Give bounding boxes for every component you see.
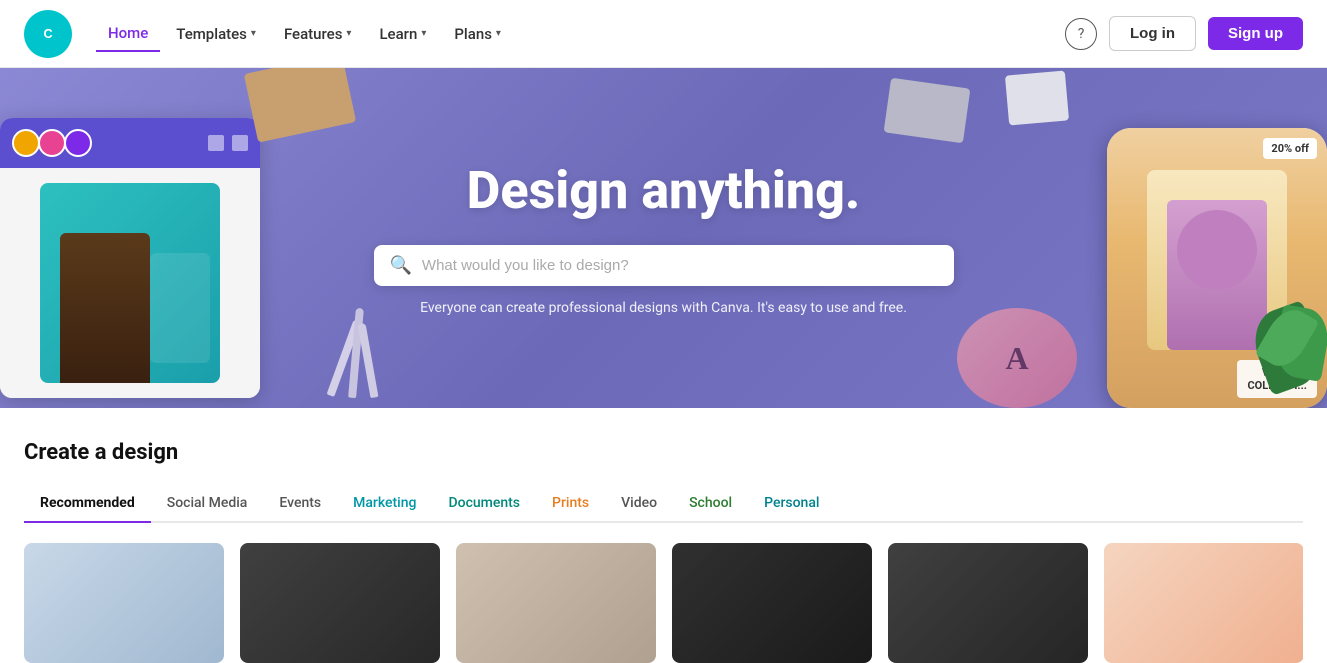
nav-learn[interactable]: Learn ▾ — [367, 17, 438, 51]
nav-templates[interactable]: Templates ▾ — [164, 17, 268, 51]
login-button[interactable]: Log in — [1109, 16, 1196, 51]
hero-search-bar[interactable]: 🔍 — [374, 245, 954, 286]
nav-home[interactable]: Home — [96, 16, 160, 52]
thumbnails-row — [24, 543, 1303, 663]
avatar — [64, 129, 92, 157]
tab-prints[interactable]: Prints — [536, 485, 605, 521]
design-tabs: Recommended Social Media Events Marketin… — [24, 485, 1303, 523]
nav-plans[interactable]: Plans ▾ — [442, 17, 513, 51]
tab-school[interactable]: School — [673, 485, 748, 521]
tab-documents[interactable]: Documents — [432, 485, 536, 521]
thumbnail-3[interactable] — [456, 543, 656, 663]
hero-title: Design anything. — [374, 160, 954, 221]
avatar — [12, 129, 40, 157]
plans-chevron-icon: ▾ — [496, 28, 501, 39]
hero-center: Design anything. 🔍 Everyone can create p… — [374, 160, 954, 316]
nav-links: Home Templates ▾ Features ▾ Learn ▾ Plan… — [96, 16, 1065, 52]
svg-text:C: C — [43, 27, 52, 41]
navbar: C Home Templates ▾ Features ▾ Learn ▾ Pl… — [0, 0, 1327, 68]
mockup-body — [0, 168, 260, 398]
thumbnail-5[interactable] — [888, 543, 1088, 663]
hero-subtext: Everyone can create professional designs… — [374, 300, 954, 316]
features-chevron-icon: ▾ — [346, 28, 351, 39]
thumbnail-1[interactable] — [24, 543, 224, 663]
canva-logo[interactable]: C — [24, 10, 72, 58]
create-title: Create a design — [24, 440, 1303, 465]
tab-video[interactable]: Video — [605, 485, 673, 521]
signup-button[interactable]: Sign up — [1208, 17, 1303, 50]
tab-social-media[interactable]: Social Media — [151, 485, 264, 521]
tab-marketing[interactable]: Marketing — [337, 485, 432, 521]
templates-chevron-icon: ▾ — [251, 28, 256, 39]
learn-chevron-icon: ▾ — [421, 28, 426, 39]
thumbnail-2[interactable] — [240, 543, 440, 663]
help-button[interactable]: ? — [1065, 18, 1097, 50]
tab-personal[interactable]: Personal — [748, 485, 835, 521]
create-section: Create a design Recommended Social Media… — [0, 408, 1327, 663]
sale-badge: 20% off — [1263, 138, 1317, 159]
thumbnail-4[interactable] — [672, 543, 872, 663]
search-input[interactable] — [422, 257, 938, 274]
hero-section: A Design anything. 🔍 Everyone can create… — [0, 68, 1327, 408]
mockup-icon — [232, 135, 248, 151]
nav-features[interactable]: Features ▾ — [272, 17, 364, 51]
mockup-header — [0, 118, 260, 168]
tab-recommended[interactable]: Recommended — [24, 485, 151, 521]
plant-decoration — [1247, 288, 1327, 408]
tab-events[interactable]: Events — [263, 485, 337, 521]
navbar-actions: ? Log in Sign up — [1065, 16, 1303, 51]
search-icon: 🔍 — [390, 255, 412, 276]
avatar — [38, 129, 66, 157]
hero-deco-white — [1005, 70, 1069, 125]
hero-deco-gray — [884, 78, 971, 144]
hero-left-mockup — [0, 118, 260, 398]
thumbnail-6[interactable] — [1104, 543, 1303, 663]
mockup-icon — [208, 135, 224, 151]
pink-card-decoration: A — [957, 308, 1077, 408]
